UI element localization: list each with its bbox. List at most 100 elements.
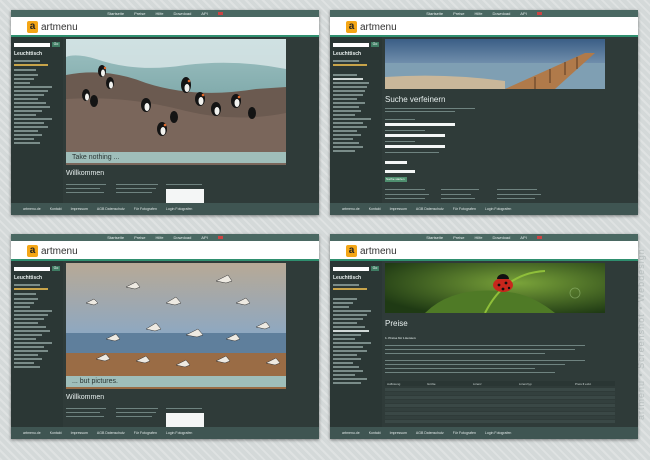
sidebar-item[interactable] [333,102,365,104]
category-select[interactable] [385,134,445,137]
sidebar-item[interactable] [333,362,353,364]
sidebar-item[interactable] [14,86,52,88]
sidebar-item[interactable] [333,334,361,336]
radio-options[interactable] [385,152,439,153]
sidebar-item[interactable] [333,298,357,300]
sidebar-item[interactable] [14,106,50,108]
nav-item[interactable]: API [520,11,526,16]
sidebar-item[interactable] [333,346,363,348]
footer-link[interactable]: Login Fotografen [166,431,192,435]
footer-link[interactable]: Für Fotografen [134,431,157,435]
sidebar-item[interactable] [14,322,38,324]
nav-item[interactable]: Hilfe [155,235,163,240]
footer-link[interactable]: artmenu.de [23,431,41,435]
sidebar-item[interactable] [333,374,355,376]
sidebar-item[interactable] [333,126,367,128]
sidebar-item[interactable] [14,114,36,116]
sidebar-item[interactable] [14,358,42,360]
sidebar-item[interactable] [14,118,52,120]
sidebar-item[interactable] [333,138,353,140]
search-submit-button[interactable]: Suche starten [385,177,407,182]
sidebar-item[interactable] [14,310,52,312]
nav-item[interactable]: API [201,235,207,240]
sidebar-item[interactable] [14,350,48,352]
sidebar-item[interactable] [333,358,361,360]
footer-link[interactable]: Impressum [390,207,407,211]
nav-item[interactable]: Download [493,235,511,240]
sidebar-link[interactable] [14,64,48,66]
search-button[interactable]: Go [371,42,379,47]
sidebar-item[interactable] [14,74,38,76]
sidebar-item[interactable] [333,338,355,340]
footer-link[interactable]: artmenu.de [342,431,360,435]
footer-link[interactable]: AGB Datenschutz [416,207,444,211]
logo-text[interactable]: artmenu [360,22,397,33]
sidebar-item[interactable] [333,146,363,148]
sidebar-item[interactable] [14,142,40,144]
nav-item[interactable]: Download [174,235,192,240]
sidebar-item[interactable] [333,82,369,84]
sidebar-item[interactable] [333,302,353,304]
sidebar-item[interactable] [14,298,38,300]
sidebar-item[interactable] [14,306,30,308]
flag-icon[interactable] [536,12,542,15]
sidebar-item[interactable] [333,350,367,352]
footer-link[interactable]: Kontakt [50,431,62,435]
sidebar-item[interactable] [333,110,361,112]
flag-icon[interactable] [536,236,542,239]
search-button[interactable]: Go [52,266,60,271]
sidebar-item[interactable] [14,82,30,84]
sidebar-item[interactable] [333,74,357,76]
sidebar-item[interactable] [333,310,371,312]
sidebar-item[interactable] [14,354,38,356]
sidebar-item[interactable] [14,122,44,124]
sidebar-item[interactable] [333,354,357,356]
nav-item[interactable]: API [201,11,207,16]
sample-image[interactable] [166,189,204,203]
nav-item[interactable]: Startseite [107,11,124,16]
sidebar-link[interactable] [333,288,367,290]
flag-icon[interactable] [217,236,223,239]
footer-link[interactable]: Für Fotografen [134,207,157,211]
sidebar-item[interactable] [333,322,357,324]
orientation-select[interactable] [385,170,415,173]
nav-item[interactable]: Download [174,11,192,16]
sidebar-item[interactable] [333,370,363,372]
footer-link[interactable]: Impressum [390,431,407,435]
sidebar-item[interactable] [14,94,44,96]
sidebar-item[interactable] [333,86,367,88]
nav-item[interactable]: Download [493,11,511,16]
sidebar-item[interactable] [14,302,34,304]
sidebar-item[interactable] [14,362,34,364]
sidebar-item[interactable] [333,342,371,344]
logo-icon[interactable]: a [346,245,357,257]
sidebar-item[interactable] [333,94,363,96]
sidebar-item[interactable] [333,306,349,308]
logo-icon[interactable]: a [27,245,38,257]
sidebar-item[interactable] [333,130,357,132]
nav-item[interactable]: Hilfe [474,235,482,240]
footer-link[interactable]: AGB Datenschutz [97,207,125,211]
sidebar-item[interactable] [14,138,34,140]
nav-item[interactable]: Preise [134,235,145,240]
sidebar-item[interactable] [333,314,367,316]
search-input[interactable] [14,43,50,47]
footer-link[interactable]: Kontakt [369,207,381,211]
footer-link[interactable]: Kontakt [369,431,381,435]
logo-text[interactable]: artmenu [360,246,397,257]
footer-link[interactable]: Login Fotografen [485,431,511,435]
search-button[interactable]: Go [52,42,60,47]
nav-item[interactable]: Hilfe [155,11,163,16]
footer-link[interactable]: Impressum [71,207,88,211]
nav-item[interactable]: Startseite [107,235,124,240]
size-input[interactable] [385,161,407,164]
sidebar-item[interactable] [14,346,44,348]
sidebar-item[interactable] [333,326,365,328]
footer-link[interactable]: Kontakt [50,207,62,211]
footer-link[interactable]: Login Fotografen [485,207,511,211]
flag-icon[interactable] [217,12,223,15]
sidebar-item[interactable] [14,126,48,128]
sidebar-item[interactable] [14,102,46,104]
sidebar-item[interactable] [333,114,355,116]
sidebar-item[interactable] [14,330,50,332]
